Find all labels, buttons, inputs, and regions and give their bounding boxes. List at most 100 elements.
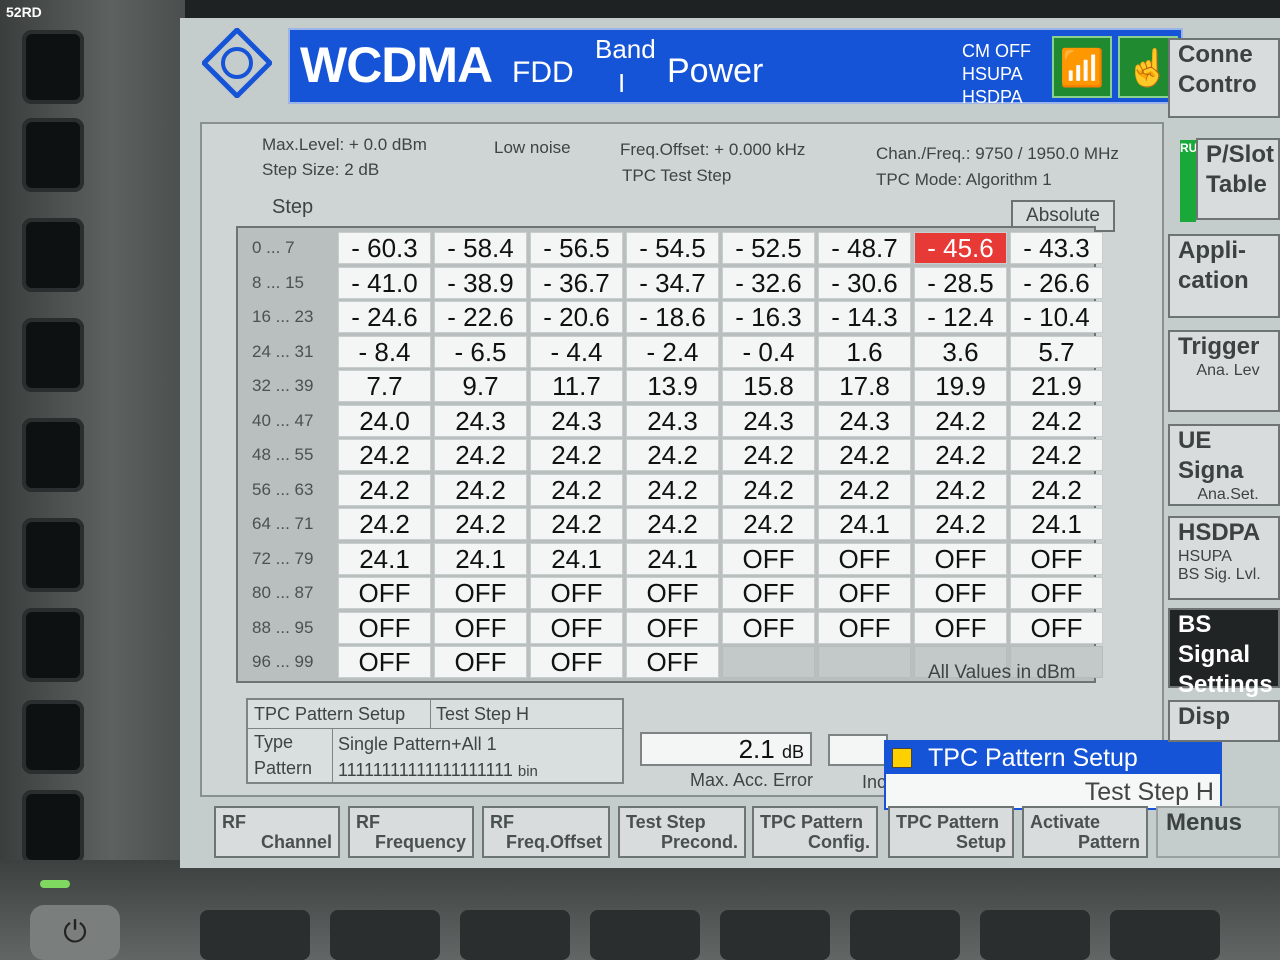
softkey-tpc-pattern-config[interactable]: TPC Pattern Config. (752, 806, 878, 858)
hardware-key[interactable] (330, 910, 440, 960)
power-cell: - 54.5 (626, 232, 719, 264)
softkey-rf-freq-offset[interactable]: RF Freq.Offset (482, 806, 610, 858)
hsupa-status: HSUPA (962, 64, 1023, 84)
channel-frequency: Chan./Freq.: 9750 / 1950.0 MHz (876, 144, 1119, 163)
hardware-key[interactable] (980, 910, 1090, 960)
hardware-key[interactable] (22, 218, 84, 292)
hardware-key[interactable] (22, 118, 84, 192)
power-cell: 24.2 (1010, 474, 1103, 506)
power-cell: - 32.6 (722, 267, 815, 299)
hardware-key[interactable] (22, 608, 84, 682)
softkey-rf-frequency[interactable]: RF Frequency (348, 806, 474, 858)
sidekey-display[interactable]: Disp (1168, 700, 1280, 742)
power-cell (722, 646, 815, 678)
power-cell: - 43.3 (1010, 232, 1103, 264)
sidekey-menus[interactable]: Menus (1156, 806, 1280, 858)
step-range-label: 96 ... 99 (252, 652, 314, 671)
power-cell: OFF (1010, 612, 1103, 644)
rohde-schwarz-logo-icon (202, 28, 272, 98)
power-cell: 17.8 (818, 370, 911, 402)
noise-mode: Low noise (494, 138, 571, 157)
step-range-label: 8 ... 15 (252, 273, 304, 292)
popup-value[interactable]: Test Step H (1085, 778, 1214, 807)
power-cell: 13.9 (626, 370, 719, 402)
run-indicator: RUN (1180, 140, 1206, 222)
tpc-test-step: TPC Test Step (622, 166, 732, 185)
power-cell: OFF (338, 577, 431, 609)
sidekey-bs-signal-settings[interactable]: BS Signal Settings (1168, 608, 1280, 698)
hardware-key[interactable] (200, 910, 310, 960)
power-cell: - 24.6 (338, 301, 431, 333)
hardware-key[interactable] (460, 910, 570, 960)
power-cell: OFF (722, 577, 815, 609)
step-range-label: 16 ... 23 (252, 307, 314, 326)
power-cell: 24.2 (434, 508, 527, 540)
power-cell: - 45.6 (914, 232, 1007, 264)
mode-label: FDD (512, 56, 574, 89)
power-cell: - 52.5 (722, 232, 815, 264)
power-cell: OFF (818, 612, 911, 644)
hardware-key[interactable] (22, 418, 84, 492)
softkey-activate-pattern[interactable]: Activate Pattern (1022, 806, 1148, 858)
hardware-key[interactable] (22, 30, 84, 104)
power-cell: 24.3 (722, 405, 815, 437)
max-acc-error-field[interactable]: 2.1 dB (640, 732, 812, 766)
power-cell: - 36.7 (530, 267, 623, 299)
sidekey-pslot-table[interactable]: P/Slot Table (1196, 138, 1280, 220)
hardware-key[interactable] (1110, 910, 1220, 960)
hardware-key[interactable] (850, 910, 960, 960)
step-range-label: 40 ... 47 (252, 411, 314, 430)
type-label: Type (254, 732, 294, 752)
tpc-pattern-popup[interactable]: TPC Pattern Setup Test Step H (884, 740, 1222, 810)
step-column-header: Step (272, 196, 314, 218)
max-level: Max.Level: + 0.0 dBm (262, 135, 427, 154)
increment-field[interactable] (828, 734, 888, 766)
power-cell: - 2.4 (626, 336, 719, 368)
measurement-title: Power (667, 52, 764, 90)
power-icon[interactable]: ⏻ (30, 905, 120, 960)
sidekey-trigger[interactable]: Trigger Ana. Lev (1168, 330, 1280, 412)
softkey-tpc-pattern-setup[interactable]: TPC Pattern Setup (888, 806, 1014, 858)
tpc-selected-step: Test Step H (436, 704, 530, 724)
power-cell: 24.2 (338, 439, 431, 471)
freq-offset: Freq.Offset: + 0.000 kHz (620, 140, 806, 159)
power-cell: - 0.4 (722, 336, 815, 368)
power-cell: - 48.7 (818, 232, 911, 264)
power-cell: OFF (914, 543, 1007, 575)
hardware-key[interactable] (590, 910, 700, 960)
power-cell: 24.2 (914, 405, 1007, 437)
power-cell: 24.2 (722, 508, 815, 540)
hardware-key[interactable] (22, 518, 84, 592)
sidekey-ue-signal[interactable]: UE Signa Ana.Set. (1168, 424, 1280, 506)
sidekey-hsdpa[interactable]: HSDPA HSUPA BS Sig. Lvl. (1168, 516, 1280, 600)
power-cell: OFF (530, 577, 623, 609)
hardware-key[interactable] (22, 318, 84, 392)
hardware-key[interactable] (22, 700, 84, 774)
power-cell: 24.1 (338, 543, 431, 575)
power-cell: - 14.3 (818, 301, 911, 333)
power-cell: 24.3 (626, 405, 719, 437)
step-size: Step Size: 2 dB (262, 160, 380, 179)
power-cell: 1.6 (818, 336, 911, 368)
power-cell: - 20.6 (530, 301, 623, 333)
hardware-key[interactable] (22, 790, 84, 864)
status-indicators: CM OFF HSUPA HSDPA (962, 40, 1031, 109)
softkey-test-step-precond[interactable]: Test Step Precond. (618, 806, 746, 858)
power-led (40, 880, 70, 888)
pattern-value: 11111111111111111111 bin (338, 760, 538, 780)
power-cell: - 12.4 (914, 301, 1007, 333)
softkey-rf-channel[interactable]: RF Channel (214, 806, 340, 858)
power-cell: OFF (434, 612, 527, 644)
power-cell: - 26.6 (1010, 267, 1103, 299)
sidekey-connect-control[interactable]: Conne Contro (1168, 38, 1280, 118)
sidekey-application[interactable]: Appli-cation (1168, 234, 1280, 318)
tpc-panel-title: TPC Pattern Setup (254, 704, 406, 724)
power-cell: 5.7 (1010, 336, 1103, 368)
power-cell: - 41.0 (338, 267, 431, 299)
connection-icon[interactable]: 📶 (1052, 36, 1112, 98)
power-cell: - 38.9 (434, 267, 527, 299)
power-cell: 24.3 (530, 405, 623, 437)
hardware-key[interactable] (720, 910, 830, 960)
power-cell (818, 646, 911, 678)
power-cell: 24.2 (914, 508, 1007, 540)
